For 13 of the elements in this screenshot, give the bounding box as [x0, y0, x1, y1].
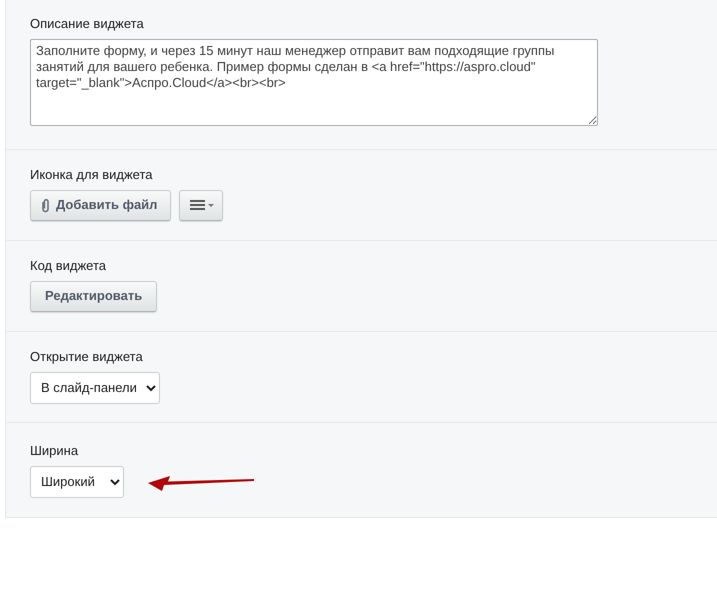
edit-button[interactable]: Редактировать [30, 280, 158, 312]
description-field[interactable]: Заполните форму, и через 15 минут наш менеджер отправит вам подходящие группы занятий для вашего ребенка. Пример формы сделан в <a href="https://aspro.cloud" target="_blank">Аспро.Cloud</a><br><br> [30, 38, 598, 126]
add-file-button[interactable]: Добавить файл [30, 190, 172, 220]
menu-icon [190, 200, 214, 210]
field-label: Описание виджета [30, 15, 144, 33]
field-label: Код виджета [30, 257, 106, 275]
dropdown-select[interactable]: Широкий [30, 466, 124, 498]
paperclip-icon [41, 198, 50, 212]
dropdown-select[interactable]: В слайд-панели [30, 372, 160, 404]
field-label: Открытие виджета [30, 348, 143, 366]
field-label: Иконка для виджета [30, 166, 153, 184]
menu-dropdown-button[interactable] [179, 190, 224, 220]
field-label: Ширина [30, 442, 78, 460]
